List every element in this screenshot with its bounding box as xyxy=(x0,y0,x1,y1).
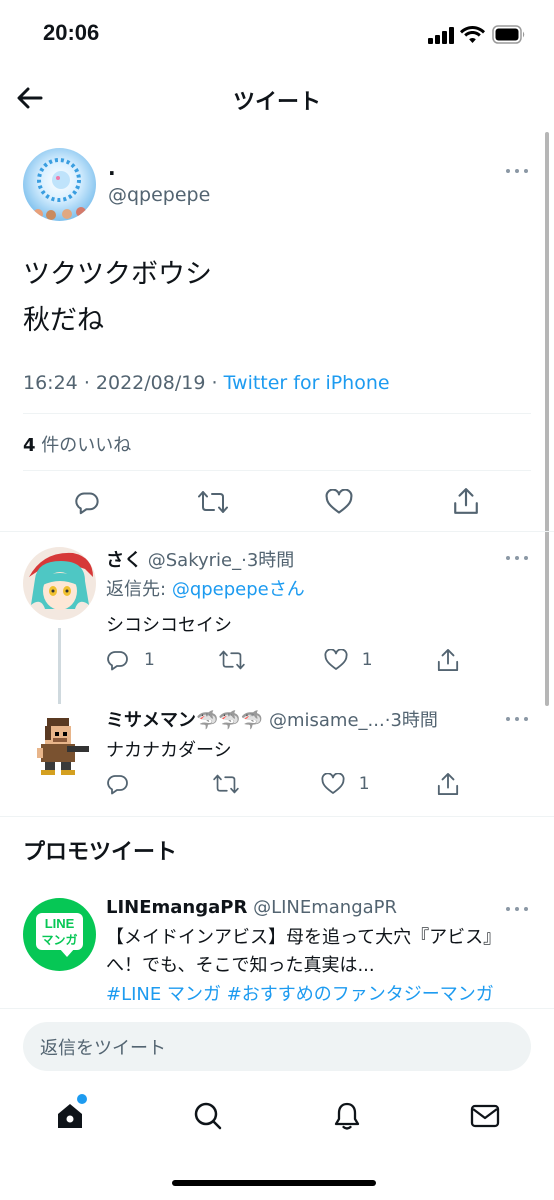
reply-action-bar: 1 1 xyxy=(106,647,461,673)
tweet-date: 2022/08/19 xyxy=(95,372,206,394)
divider xyxy=(23,413,531,414)
reply-action-bar: 1 xyxy=(106,771,461,797)
more-options-icon[interactable] xyxy=(506,555,528,561)
heart-icon xyxy=(321,773,345,794)
home-icon xyxy=(58,1104,82,1128)
divider xyxy=(0,816,554,817)
reply-header: ミサメマン🦈🦈🦈 @misame_...·3時間 xyxy=(106,706,438,732)
share-icon xyxy=(454,488,478,514)
retweet-button[interactable] xyxy=(196,486,230,518)
cellular-signal-icon xyxy=(428,27,455,44)
promo-text: 【メイドインアビス】母を追って大穴『アビス』へ！でも、そこで知った真実は... xyxy=(106,927,502,976)
tweet-text-line-1: ツクツクボウシ xyxy=(23,259,212,290)
tab-search[interactable] xyxy=(188,1096,228,1136)
reply-author-handle[interactable]: @Sakyrie_ xyxy=(148,550,241,571)
likes-label: 件のいいね xyxy=(41,435,132,456)
retweet-icon xyxy=(198,491,228,513)
promo-author-handle[interactable]: @LINEmangaPR xyxy=(253,897,397,918)
reply-time[interactable]: 3時間 xyxy=(390,710,437,731)
replying-to-handle[interactable]: @qpepepe xyxy=(172,579,269,600)
replying-to-suffix: さん xyxy=(268,579,305,600)
retweet-button[interactable] xyxy=(213,773,253,795)
tab-notifications[interactable] xyxy=(327,1096,367,1136)
tweet-author-handle[interactable]: @qpepepe xyxy=(108,184,210,206)
retweet-icon xyxy=(219,650,245,670)
promo-author-name[interactable]: LINEmangaPR xyxy=(106,897,247,918)
reply-author-name[interactable]: ミサメマン🦈🦈🦈 xyxy=(106,710,263,731)
replying-to-label: 返信先: xyxy=(106,579,167,600)
reply-time[interactable]: 3時間 xyxy=(247,550,294,571)
promoted-section-title: プロモツイート xyxy=(23,840,178,865)
likes-summary[interactable]: 4 件のいいね xyxy=(23,431,131,457)
likes-count: 4 xyxy=(23,435,36,456)
reply-text: シコシコセイシ xyxy=(106,615,232,636)
bell-icon xyxy=(334,1102,360,1130)
like-button[interactable] xyxy=(322,486,356,518)
like-button[interactable]: 1 xyxy=(324,649,373,671)
status-time: 20:06 xyxy=(43,20,100,45)
tweet-meta: 16:24 · 2022/08/19 · Twitter for iPhone xyxy=(23,372,390,394)
avatar[interactable] xyxy=(23,148,96,221)
wifi-icon xyxy=(460,25,485,44)
share-button[interactable] xyxy=(437,772,461,796)
share-button[interactable] xyxy=(437,648,461,672)
reply-composer-placeholder: 返信をツイート xyxy=(40,1037,166,1059)
home-indicator[interactable] xyxy=(172,1180,376,1186)
retweet-button[interactable] xyxy=(219,649,259,671)
tweet-author-name[interactable]: . xyxy=(108,158,116,178)
more-options-icon[interactable] xyxy=(506,716,528,722)
meta-separator: · xyxy=(83,372,90,394)
envelope-icon xyxy=(470,1104,500,1128)
divider xyxy=(0,531,554,532)
meta-separator: · xyxy=(211,372,218,394)
reply-composer-input[interactable]: 返信をツイート xyxy=(23,1022,531,1071)
more-options-icon[interactable] xyxy=(506,168,528,174)
reply-text: ナカナカダーシ xyxy=(106,740,232,761)
logo-text-line-2: マンガ xyxy=(41,933,78,947)
reply-button[interactable]: 1 xyxy=(106,648,155,672)
reply-button[interactable] xyxy=(70,486,104,518)
retweet-icon xyxy=(213,774,240,794)
line-manga-logo[interactable]: LINE マンガ xyxy=(23,898,96,971)
avatar[interactable] xyxy=(23,708,96,781)
reply-button[interactable] xyxy=(106,772,146,796)
reply-header: さく @Sakyrie_·3時間 xyxy=(106,546,294,572)
avatar[interactable] xyxy=(23,547,96,620)
share-icon xyxy=(437,773,459,795)
search-icon xyxy=(194,1102,222,1130)
more-options-icon[interactable] xyxy=(506,906,528,912)
divider xyxy=(23,470,531,471)
reply-icon xyxy=(74,491,99,514)
heart-icon xyxy=(325,489,353,514)
battery-icon xyxy=(492,25,526,44)
share-icon xyxy=(437,649,459,671)
tweet-time: 16:24 xyxy=(23,372,78,394)
reply-count: 1 xyxy=(144,650,155,670)
like-button[interactable]: 1 xyxy=(321,773,370,795)
reply-author-handle[interactable]: @misame_... xyxy=(269,710,385,731)
logo-text-line-1: LINE xyxy=(44,916,75,931)
reply-icon xyxy=(107,775,128,795)
page-title: ツイート xyxy=(232,90,321,115)
reply-icon xyxy=(107,651,128,671)
promo-hashtags[interactable]: #LINE マンガ #おすすめのファンタジーマンガ xyxy=(106,980,536,1006)
thread-line xyxy=(58,628,61,704)
heart-icon xyxy=(324,649,348,670)
tweet-source-link[interactable]: Twitter for iPhone xyxy=(224,372,390,394)
like-count: 1 xyxy=(358,774,370,794)
scrollbar[interactable] xyxy=(545,132,549,706)
replying-to: 返信先: @qpepepeさん xyxy=(106,575,305,601)
tab-messages[interactable] xyxy=(465,1096,505,1136)
like-count: 1 xyxy=(361,650,373,670)
share-button[interactable] xyxy=(449,484,483,518)
notification-dot xyxy=(77,1094,87,1104)
promo-header: LINEmangaPR @LINEmangaPR xyxy=(106,897,397,918)
reply-author-name[interactable]: さく xyxy=(106,550,142,571)
tweet-text-line-2: 秋だね xyxy=(23,305,104,336)
